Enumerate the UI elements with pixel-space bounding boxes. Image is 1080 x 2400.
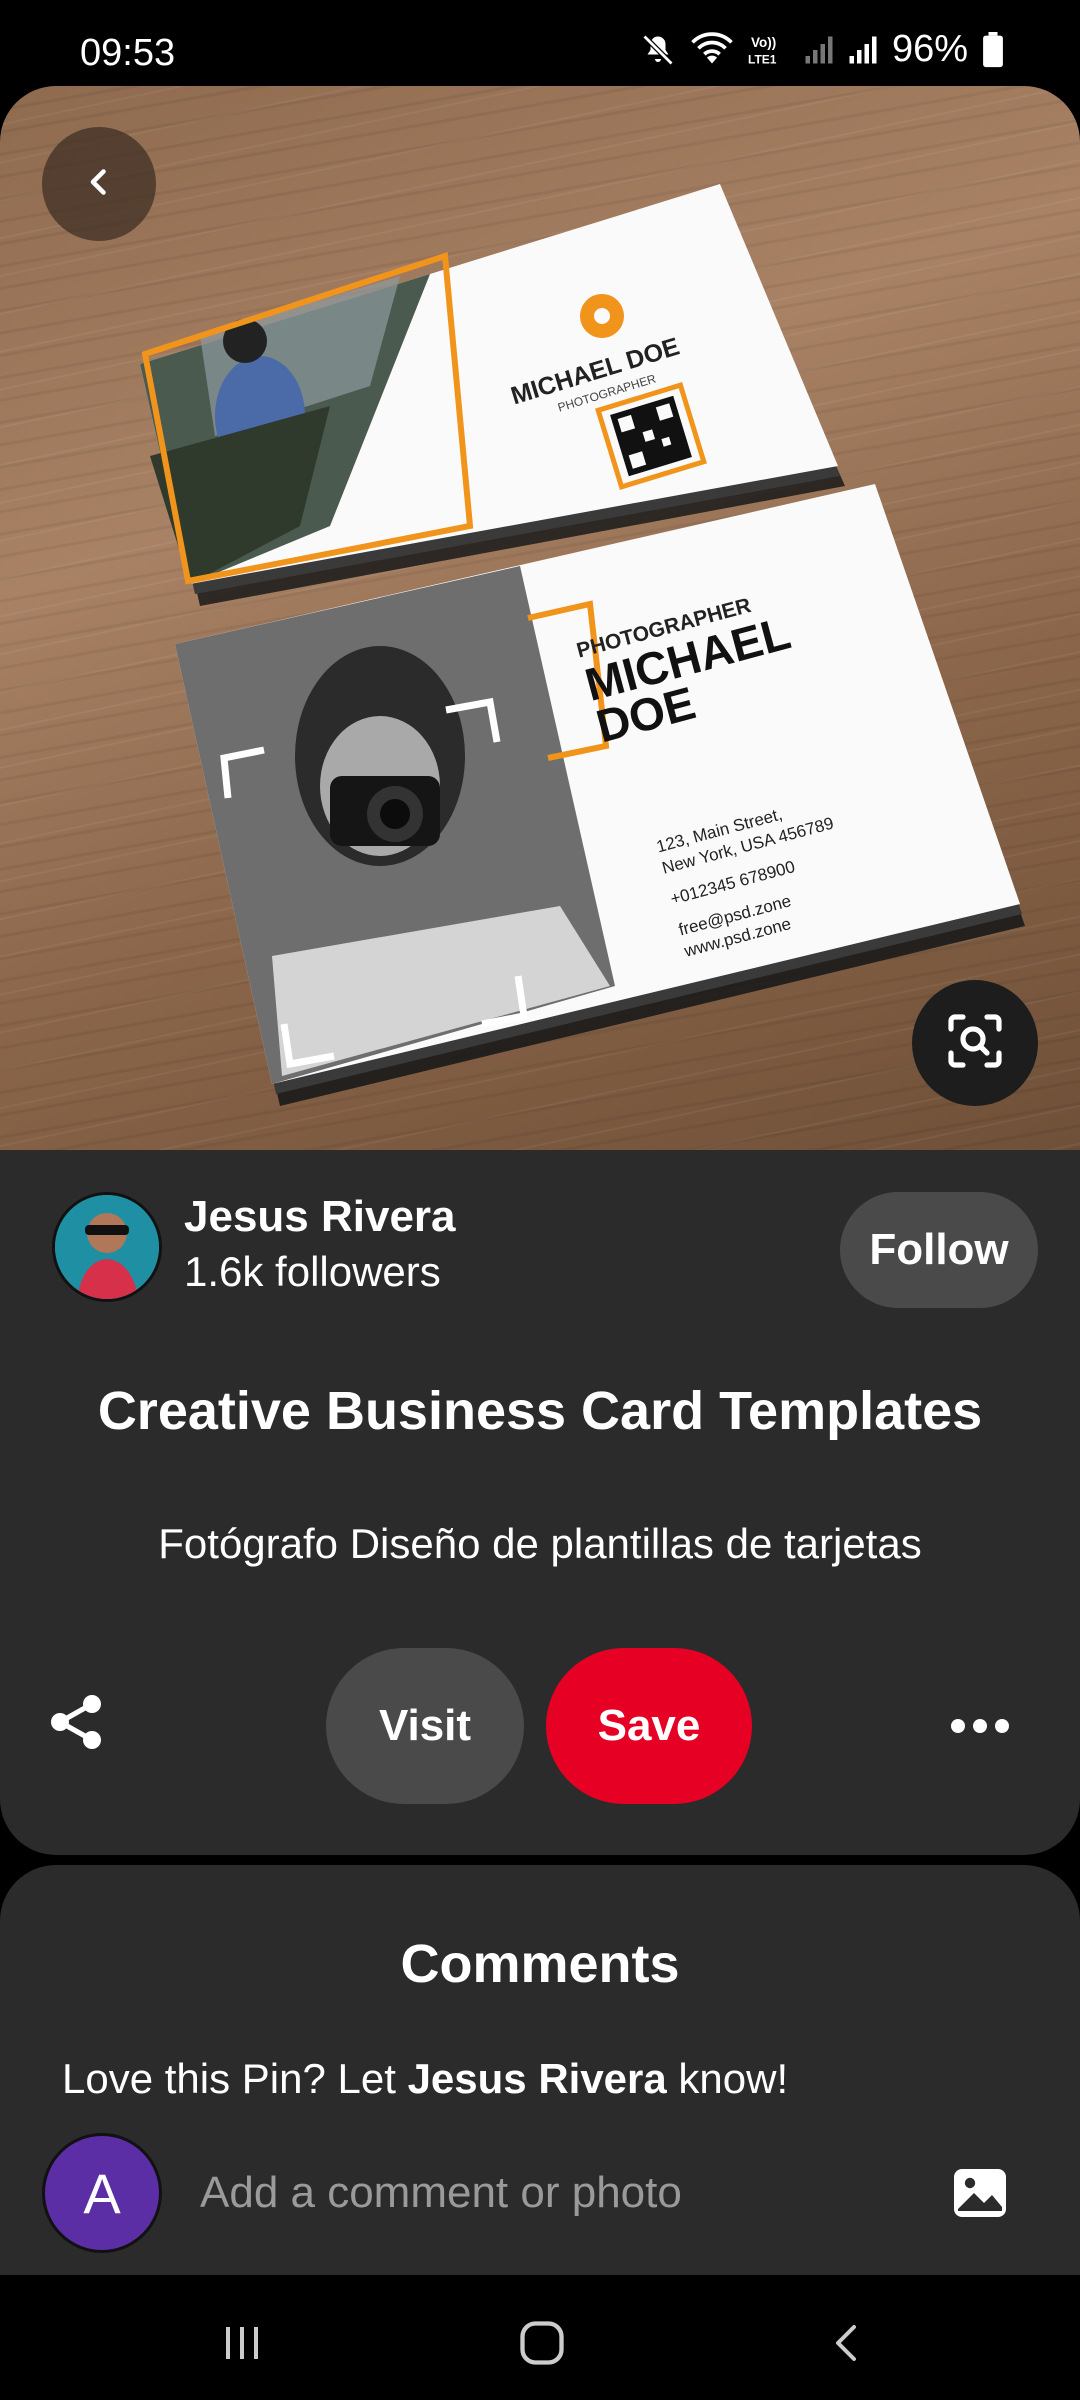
share-button[interactable] (44, 1690, 116, 1762)
user-avatar[interactable]: A (42, 2133, 162, 2253)
comments-prompt-suffix: know! (666, 2055, 789, 2102)
svg-text:LTE1: LTE1 (748, 52, 777, 66)
status-bar: 09:53 Vo)) LTE1 96% (0, 0, 1080, 86)
back-icon (81, 164, 117, 205)
status-icons: Vo)) LTE1 96% (640, 28, 1004, 71)
back-nav-icon (824, 2319, 872, 2372)
pin-info-panel: Jesus Rivera 1.6k followers Follow Creat… (0, 1150, 1080, 1855)
comments-prompt-prefix: Love this Pin? Let (62, 2055, 408, 2102)
svg-text:Vo)): Vo)) (751, 35, 776, 50)
save-button[interactable]: Save (546, 1648, 752, 1804)
recents-icon (218, 2319, 266, 2372)
visual-search-button[interactable] (912, 980, 1038, 1106)
add-photo-button[interactable] (950, 2163, 1010, 2223)
more-options-button[interactable] (944, 1702, 1016, 1750)
comments-panel: Comments Love this Pin? Let Jesus Rivera… (0, 1865, 1080, 2275)
pin-title: Creative Business Card Templates (97, 1381, 983, 1441)
signal-icon (804, 34, 834, 66)
creator-followers: 1.6k followers (184, 1248, 441, 1295)
pin-description: Fotógrafo Diseño de plantillas de tarjet… (158, 1520, 922, 1567)
comment-input[interactable] (200, 2145, 920, 2241)
business-card-graphic: MICHAEL DOE PHOTOGRAPHER PHOTOGRAPHER MI… (140, 184, 1025, 1106)
comments-prompt: Love this Pin? Let Jesus Rivera know! (62, 2055, 788, 2103)
back-nav-button[interactable] (818, 2315, 878, 2375)
signal-icon (848, 34, 878, 66)
follow-button[interactable]: Follow (840, 1192, 1038, 1308)
creator-name[interactable]: Jesus Rivera (184, 1192, 456, 1242)
visit-button[interactable]: Visit (326, 1648, 524, 1804)
battery-percent: 96% (891, 28, 968, 70)
photo-icon (950, 2169, 1010, 2227)
comments-prompt-name: Jesus Rivera (407, 2055, 667, 2102)
comments-title: Comments (400, 1934, 680, 1994)
volte-icon: Vo)) LTE1 (748, 32, 790, 68)
pin-detail-screen: 09:53 Vo)) LTE1 96% MICHAEL DOE PHOTOGRA… (0, 0, 1080, 2400)
system-nav-bar (0, 2275, 1080, 2400)
more-icon (944, 1719, 1016, 1754)
visual-search-icon (943, 1009, 1007, 1078)
battery-icon (982, 31, 1004, 68)
wifi-icon (690, 31, 734, 68)
back-button[interactable] (42, 127, 156, 241)
home-icon (516, 2317, 568, 2374)
share-icon (44, 1695, 108, 1758)
mute-icon (640, 32, 676, 68)
status-time: 09:53 (80, 32, 176, 74)
home-button[interactable] (512, 2315, 572, 2375)
pin-image[interactable]: MICHAEL DOE PHOTOGRAPHER PHOTOGRAPHER MI… (0, 86, 1080, 1150)
recents-button[interactable] (212, 2315, 272, 2375)
creator-avatar[interactable] (52, 1192, 162, 1302)
